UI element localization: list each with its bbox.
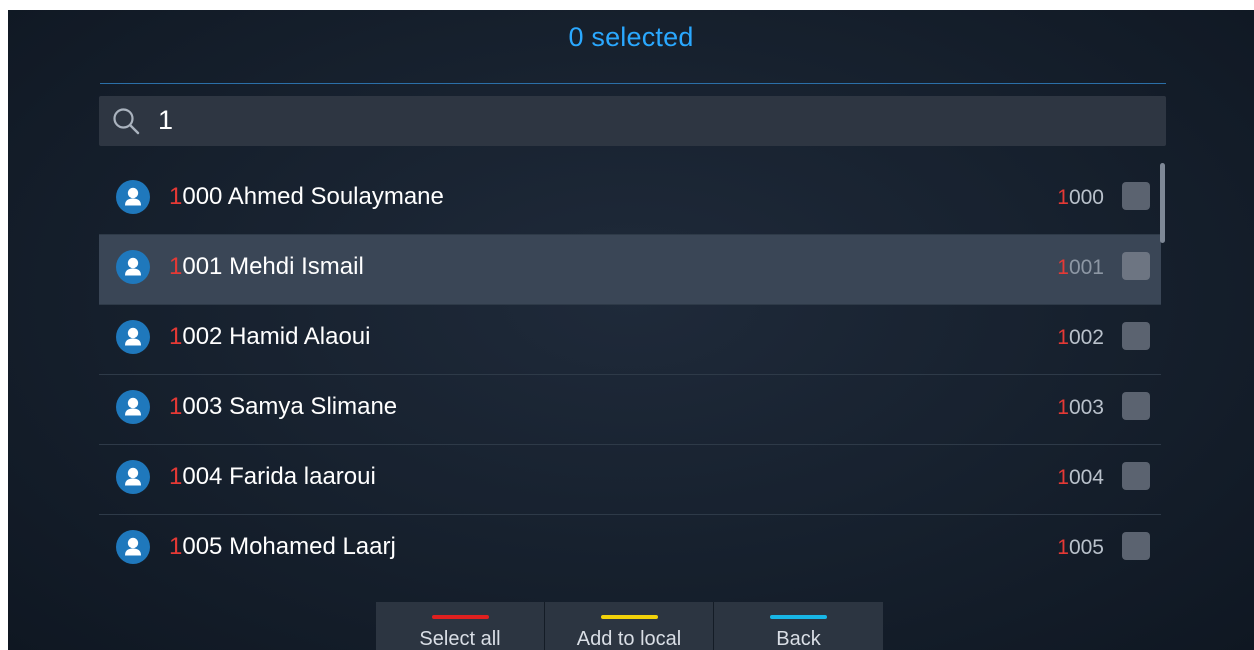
search-input[interactable]: 1	[158, 105, 173, 136]
contact-name: 1001 Mehdi Ismail	[169, 253, 364, 280]
contact-row[interactable]: 1003 Samya Slimane 1003	[99, 375, 1161, 445]
screen: 0 selected 1 1000 Ahmed Soulaymane 1000	[8, 10, 1254, 650]
contact-list: 1000 Ahmed Soulaymane 1000 1001 Mehdi Is…	[99, 165, 1161, 584]
contact-number: 1000	[1057, 186, 1104, 209]
contact-avatar-icon	[116, 530, 150, 564]
contact-checkbox[interactable]	[1122, 182, 1150, 210]
contact-name: 1004 Farida laaroui	[169, 463, 376, 490]
contact-avatar-icon	[116, 180, 150, 214]
contact-row[interactable]: 1000 Ahmed Soulaymane 1000	[99, 165, 1161, 235]
contact-checkbox[interactable]	[1122, 532, 1150, 560]
contact-avatar-icon	[116, 390, 150, 424]
contact-avatar-icon	[116, 320, 150, 354]
contact-row[interactable]: 1001 Mehdi Ismail 1001	[99, 235, 1161, 305]
contact-row[interactable]: 1004 Farida laaroui 1004	[99, 445, 1161, 515]
contact-avatar-icon	[116, 460, 150, 494]
contact-row[interactable]: 1005 Mohamed Laarj 1005	[99, 515, 1161, 584]
contact-name: 1002 Hamid Alaoui	[169, 323, 371, 350]
contact-number: 1004	[1057, 466, 1104, 489]
contact-name: 1005 Mohamed Laarj	[169, 533, 396, 560]
softkey-label: Select all	[419, 628, 501, 650]
add-to-local-button[interactable]: Add to local	[545, 602, 714, 650]
red-key-indicator	[432, 615, 489, 619]
contact-name: 1000 Ahmed Soulaymane	[169, 183, 444, 210]
contact-checkbox[interactable]	[1122, 392, 1150, 420]
search-icon	[111, 106, 141, 136]
contact-checkbox[interactable]	[1122, 322, 1150, 350]
page-title: 0 selected	[568, 22, 694, 52]
title-divider	[100, 83, 1166, 84]
contact-name: 1003 Samya Slimane	[169, 393, 398, 420]
contact-row[interactable]: 1002 Hamid Alaoui 1002	[99, 305, 1161, 375]
contact-number: 1003	[1057, 396, 1104, 419]
yellow-key-indicator	[601, 615, 658, 619]
contact-checkbox[interactable]	[1122, 252, 1150, 280]
softkey-label: Back	[776, 628, 821, 650]
blue-key-indicator	[770, 615, 827, 619]
back-button[interactable]: Back	[714, 602, 883, 650]
softkey-label: Add to local	[576, 628, 682, 650]
contact-number: 1002	[1057, 326, 1104, 349]
select-all-button[interactable]: Select all	[376, 602, 545, 650]
search-bar[interactable]: 1	[99, 96, 1166, 146]
contact-number: 1005	[1057, 536, 1104, 559]
softkey-bar: Select all Add to local Back	[376, 602, 883, 650]
contact-checkbox[interactable]	[1122, 462, 1150, 490]
list-scrollbar[interactable]	[1160, 163, 1165, 243]
contact-avatar-icon	[116, 250, 150, 284]
contact-number: 1001	[1057, 256, 1104, 279]
